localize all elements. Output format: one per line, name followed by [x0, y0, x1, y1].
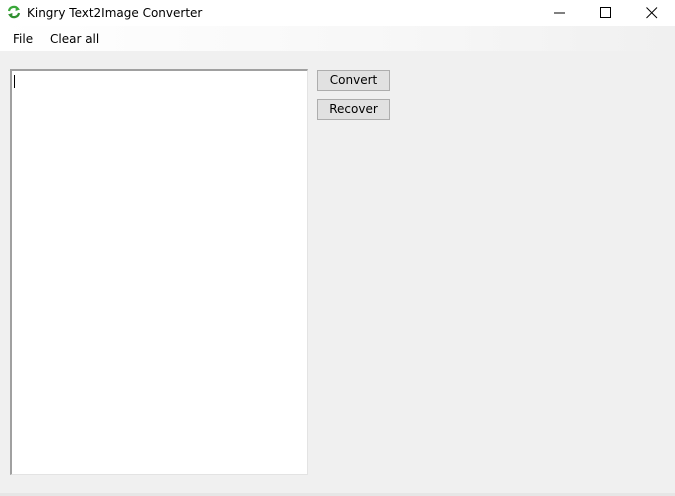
close-button[interactable]: [629, 0, 675, 26]
minimize-button[interactable]: [537, 0, 583, 26]
close-icon: [646, 7, 658, 19]
maximize-icon: [600, 7, 611, 18]
convert-button[interactable]: Convert: [317, 70, 390, 91]
text-input-area[interactable]: [10, 69, 308, 475]
maximize-button[interactable]: [583, 0, 629, 26]
refresh-arrows-icon: [7, 5, 21, 19]
minimize-icon: [554, 12, 565, 14]
text-caret: [14, 75, 15, 88]
menu-clear-all[interactable]: Clear all: [48, 31, 101, 47]
title-bar: Kingry Text2Image Converter: [0, 0, 675, 26]
window-title: Kingry Text2Image Converter: [27, 6, 203, 20]
menu-file[interactable]: File: [11, 31, 35, 47]
menu-bar: File Clear all: [0, 26, 675, 51]
recover-button[interactable]: Recover: [317, 99, 390, 120]
